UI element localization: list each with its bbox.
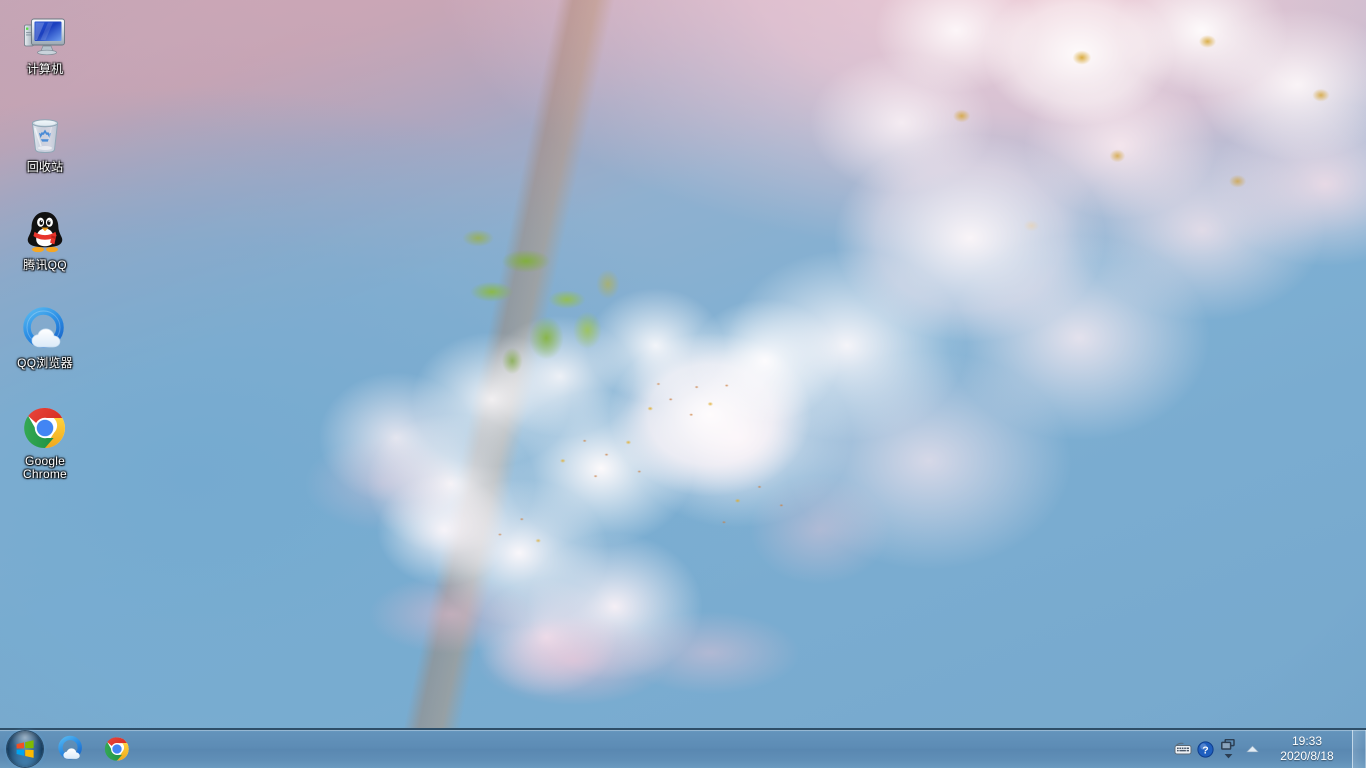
desktop-icon-label: QQ浏览器 — [17, 356, 73, 370]
taskbar-button-chrome[interactable] — [95, 731, 139, 767]
windows-logo-icon — [16, 740, 34, 758]
qq-penguin-icon — [27, 212, 63, 253]
desktop-icon-label: 计算机 — [26, 62, 64, 76]
desktop-icon-tencent-qq[interactable]: 腾讯QQ — [7, 202, 83, 274]
desktop-icon-google-chrome[interactable]: Google Chrome — [7, 398, 83, 483]
desktop-icon-recycle-bin[interactable]: 回收站 — [7, 104, 83, 176]
desktop-icon-label: Google Chrome — [23, 454, 67, 481]
desktop-wallpaper — [0, 0, 1366, 768]
wallpaper-vignette — [0, 0, 1366, 768]
taskbar[interactable]: ? 19:33 2020/8/18 — [0, 728, 1366, 768]
show-desktop-button[interactable] — [1352, 730, 1366, 768]
keyboard-ime-icon — [1174, 742, 1192, 755]
tray-window-switcher[interactable] — [1216, 732, 1240, 766]
desktop[interactable]: 计算机 回收站 腾讯QQ QQ浏览器 Google Chrome ? 19:33… — [0, 0, 1366, 768]
desktop-icon-label: 回收站 — [26, 160, 64, 174]
tray-icon-ime[interactable] — [1172, 734, 1194, 764]
clock-date: 2020/8/18 — [1280, 749, 1334, 763]
desktop-icon-label: 腾讯QQ — [23, 258, 67, 272]
svg-text:?: ? — [1202, 744, 1208, 756]
qq-browser-icon — [23, 307, 64, 348]
cascade-windows-icon — [1221, 739, 1235, 750]
system-tray[interactable]: ? 19:33 2020/8/18 — [1172, 730, 1366, 768]
chrome-icon — [24, 407, 65, 449]
tray-icon-help[interactable]: ? — [1194, 734, 1216, 764]
caret-up-icon — [1245, 745, 1259, 753]
windows-start-orb-icon — [7, 731, 43, 767]
show-hidden-icons-button[interactable] — [1240, 734, 1264, 764]
desktop-icon-computer[interactable]: 计算机 — [7, 6, 83, 78]
taskbar-button-qq-browser[interactable] — [49, 731, 93, 767]
computer-icon — [24, 18, 65, 56]
help-question-icon: ? — [1196, 740, 1214, 758]
chrome-icon — [104, 737, 129, 761]
clock-time: 19:33 — [1291, 734, 1323, 748]
caret-down-icon — [1224, 754, 1232, 759]
desktop-icon-qq-browser[interactable]: QQ浏览器 — [7, 300, 83, 372]
start-button[interactable] — [2, 730, 48, 768]
recycle-bin-icon — [31, 119, 59, 154]
taskbar-clock[interactable]: 19:33 2020/8/18 — [1264, 730, 1350, 768]
desktop-icon-column: 计算机 回收站 腾讯QQ QQ浏览器 Google Chrome — [0, 0, 90, 483]
qq-browser-icon — [58, 735, 82, 760]
